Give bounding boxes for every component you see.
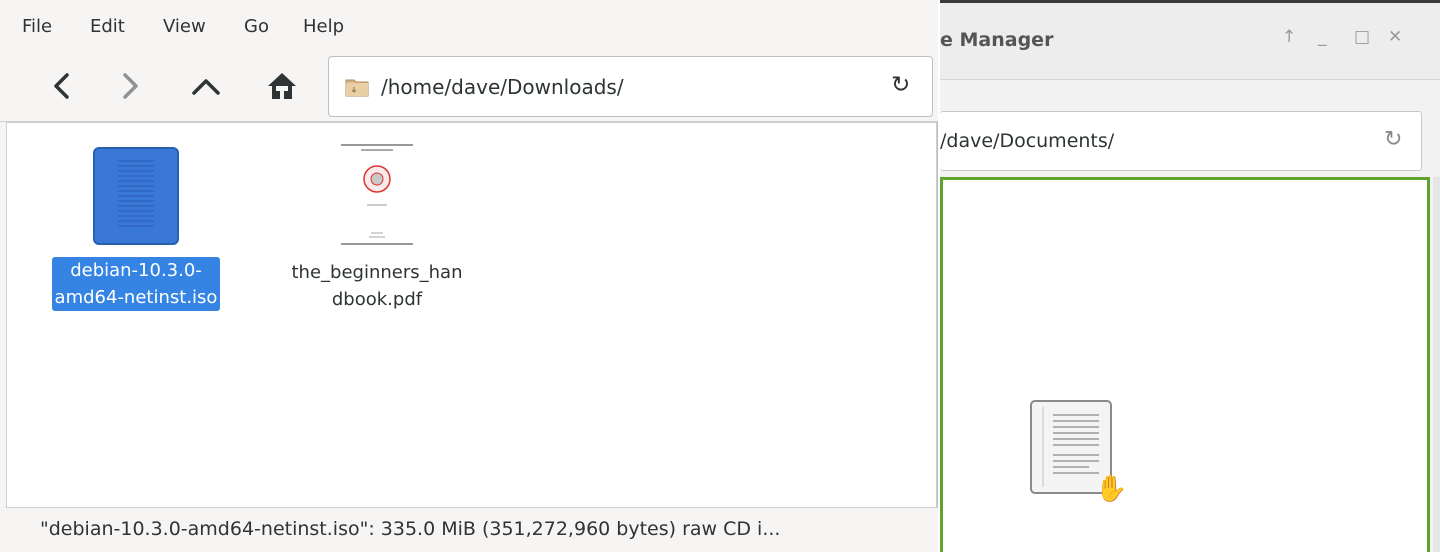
back-button[interactable] [42,66,82,106]
menubar: File Edit View Go Help [0,0,938,52]
chevron-up-icon [192,79,220,95]
raise-window-button[interactable]: ↑ [1282,27,1296,47]
file-name-line-2: amd64-netinst.iso [54,287,218,308]
chevron-right-icon [123,73,138,99]
background-location-bar[interactable]: /dave/Documents/ ↻ [940,111,1422,171]
background-window-title: e Manager [940,29,1054,51]
disc-image-icon [93,147,179,245]
pdf-thumbnail-icon [339,141,415,247]
grab-hand-icon: ✋ [1095,474,1128,504]
close-button[interactable]: ✕ [1388,27,1402,47]
background-file-manager-window: e Manager ↑ _ □ ✕ /dave/Documents/ ↻ ✋ [940,0,1440,552]
chevron-left-icon [54,73,69,99]
file-manager-window: File Edit View Go Help /home/dave/Downlo… [0,0,938,552]
file-label-iso: debian-10.3.0- amd64-netinst.iso [51,257,221,311]
up-button[interactable] [186,66,226,106]
drop-target-file-area[interactable]: ✋ [940,177,1430,552]
menu-view[interactable]: View [163,16,206,37]
menu-help[interactable]: Help [303,16,344,37]
file-label-pdf: the_beginners_han dbook.pdf [289,259,466,313]
menu-edit[interactable]: Edit [90,16,125,37]
file-name-line-1: the_beginners_han [291,262,463,283]
minimize-button[interactable]: _ [1318,27,1327,47]
file-item-iso[interactable]: debian-10.3.0- amd64-netinst.iso [31,147,241,311]
statusbar: "debian-10.3.0-amd64-netinst.iso": 335.0… [0,508,938,552]
location-bar[interactable]: /home/dave/Downloads/ ↻ [328,56,933,117]
file-name-line-2: dbook.pdf [331,289,423,310]
refresh-icon[interactable]: ↻ [1384,127,1402,152]
forward-button[interactable] [110,66,150,106]
status-text: "debian-10.3.0-amd64-netinst.iso": 335.0… [40,518,781,540]
folder-downloads-icon [345,79,369,97]
refresh-icon[interactable]: ↻ [891,72,910,98]
file-item-pdf[interactable]: the_beginners_han dbook.pdf [269,141,485,313]
home-button[interactable] [262,66,302,106]
menu-go[interactable]: Go [244,16,269,37]
location-text: /home/dave/Downloads/ [381,75,624,99]
background-titlebar: e Manager ↑ _ □ ✕ [940,0,1440,80]
background-location-text: /dave/Documents/ [940,130,1115,152]
home-icon [268,73,296,99]
menu-file[interactable]: File [22,16,52,37]
file-name-line-1: debian-10.3.0- [70,260,202,281]
file-view[interactable]: debian-10.3.0- amd64-netinst.iso the_beg… [6,122,937,508]
toolbar: /home/dave/Downloads/ ↻ [0,52,938,122]
maximize-button[interactable]: □ [1354,27,1370,47]
background-window-edge [1433,177,1440,552]
